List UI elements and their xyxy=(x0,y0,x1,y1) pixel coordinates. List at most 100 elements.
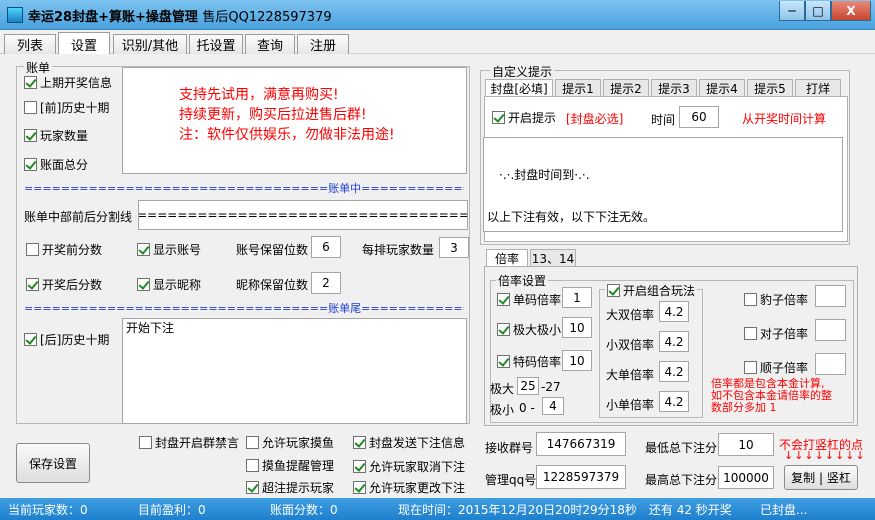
allow-touch-checkbox[interactable]: 允许玩家摸鱼 xyxy=(246,434,334,451)
tab-settings[interactable]: 设置 xyxy=(58,32,110,55)
main-tab-bar: 列表 设置 识别/其他 托设置 查询 注册 xyxy=(0,30,875,55)
checkbox-box[interactable] xyxy=(497,355,510,368)
last-draw-info-checkbox[interactable]: 上期开奖信息 xyxy=(24,74,112,91)
prev-history-checkbox[interactable]: [前]历史十期 xyxy=(24,99,109,116)
allow-cancel-checkbox[interactable]: 允许玩家取消下注 xyxy=(353,458,465,475)
nickname-digits-input[interactable]: 2 xyxy=(311,272,341,294)
manager-qq-input[interactable]: 1228597379 xyxy=(536,465,626,489)
single-code-checkbox[interactable]: 单码倍率 xyxy=(497,291,561,308)
checkbox-box[interactable] xyxy=(137,243,150,256)
tab-list[interactable]: 列表 xyxy=(4,34,56,54)
tab-register[interactable]: 注册 xyxy=(297,34,349,54)
maximize-button[interactable]: □ xyxy=(805,1,831,21)
post-history-checkbox[interactable]: [后]历史十期 xyxy=(24,331,109,348)
close-button[interactable]: X xyxy=(831,1,871,21)
show-account-checkbox[interactable]: 显示账号 xyxy=(137,241,201,258)
account-digits-input[interactable]: 6 xyxy=(311,236,341,258)
over-notice-checkbox[interactable]: 超注提示玩家 xyxy=(246,479,334,496)
title-bar: 幸运28封盘+算账+操盘管理 售后QQ1228597379 ─ □ X xyxy=(0,0,875,30)
player-count-checkbox[interactable]: 玩家数量 xyxy=(24,127,88,144)
allow-modify-checkbox[interactable]: 允许玩家更改下注 xyxy=(353,479,465,496)
close-mute-checkbox[interactable]: 封盘开启群禁言 xyxy=(139,434,239,451)
checkbox-box[interactable] xyxy=(353,460,366,473)
checkbox-box[interactable] xyxy=(246,436,259,449)
checkbox-box[interactable] xyxy=(744,327,757,340)
checkbox-box[interactable] xyxy=(246,481,259,494)
leopard-input[interactable] xyxy=(815,285,846,307)
extreme-small-label: 极小 xyxy=(490,403,515,417)
leopard-checkbox[interactable]: 豹子倍率 xyxy=(744,291,808,308)
middle-split-input[interactable]: ===================================== xyxy=(138,200,468,230)
checkbox-box[interactable] xyxy=(353,481,366,494)
special-code-checkbox[interactable]: 特码倍率 xyxy=(497,353,561,370)
checkbox-box[interactable] xyxy=(24,333,37,346)
checkbox-box[interactable] xyxy=(24,101,37,114)
checkbox-box[interactable] xyxy=(139,436,152,449)
status-players: 当前玩家数：0 xyxy=(8,503,88,517)
status-time: 现在时间：2015年12月20日20时29分18秒 还有 42 秒开奖 xyxy=(398,503,732,517)
checkbox-box[interactable] xyxy=(24,76,37,89)
extreme-checkbox[interactable]: 极大极小 xyxy=(497,321,561,338)
bill-total-checkbox[interactable]: 账面总分 xyxy=(24,156,88,173)
prompt-tab-close[interactable]: 封盘[必填] xyxy=(485,79,553,97)
prompt-message-input[interactable]: ·.·.封盘时间到·.·. 以上下注有效，以下下注无效。 xyxy=(483,137,843,232)
pair-input[interactable] xyxy=(815,319,846,341)
prompt-tab-3[interactable]: 提示3 xyxy=(651,79,697,97)
enable-prompt-checkbox[interactable]: 开启提示 xyxy=(492,109,556,126)
combo-checkbox[interactable]: 开启组合玩法 xyxy=(605,282,698,299)
checkbox-box[interactable] xyxy=(353,436,366,449)
extreme-small-input[interactable]: 4 xyxy=(542,397,564,415)
checkbox-box[interactable] xyxy=(492,111,505,124)
extreme-big-input[interactable]: 25 xyxy=(517,377,539,395)
odds-tab-13-14[interactable]: 13、14 xyxy=(530,249,576,267)
time-label: 时间 xyxy=(651,113,676,127)
time-input[interactable]: 60 xyxy=(679,106,719,128)
combo-input[interactable]: 4.2 xyxy=(659,301,689,322)
checkbox-box[interactable] xyxy=(497,293,510,306)
min-bet-input[interactable]: 10 xyxy=(718,433,774,456)
prompt-tab-2[interactable]: 提示2 xyxy=(603,79,649,97)
copy-vertical-bar-button[interactable]: 复制 | 竖杠 xyxy=(784,465,858,490)
checkbox-box[interactable] xyxy=(26,278,39,291)
combo-input[interactable]: 4.2 xyxy=(659,391,689,412)
prompt-tab-4[interactable]: 提示4 xyxy=(699,79,745,97)
checkbox-box[interactable] xyxy=(744,293,757,306)
special-code-input[interactable]: 10 xyxy=(562,350,592,371)
bill-tail-text[interactable]: 开始下注 xyxy=(122,318,467,424)
save-settings-button[interactable]: 保存设置 xyxy=(16,443,90,483)
checkbox-box[interactable] xyxy=(744,361,757,374)
touch-manage-checkbox[interactable]: 摸鱼提醒管理 xyxy=(246,457,334,474)
single-code-input[interactable]: 1 xyxy=(562,287,592,308)
checkbox-box[interactable] xyxy=(24,129,37,142)
send-bet-info-checkbox[interactable]: 封盘发送下注信息 xyxy=(353,434,465,451)
prompt-tab-1[interactable]: 提示1 xyxy=(555,79,601,97)
combo-label: 大单倍率 xyxy=(606,368,655,382)
max-bet-input[interactable]: 100000 xyxy=(718,466,774,489)
post-draw-score-checkbox[interactable]: 开奖后分数 xyxy=(26,276,102,293)
pre-draw-score-checkbox[interactable]: 开奖前分数 xyxy=(26,241,102,258)
window-title: 幸运28封盘+算账+操盘管理 售后QQ1228597379 xyxy=(28,10,332,25)
tab-bot-settings[interactable]: 托设置 xyxy=(189,34,243,54)
bill-header-text[interactable]: 支持先试用，满意再购买! 持续更新，购买后拉进售后群! 注：软件仅供娱乐，勿做非… xyxy=(122,67,467,174)
checkbox-box[interactable] xyxy=(26,243,39,256)
checkbox-box[interactable] xyxy=(497,323,510,336)
show-nickname-checkbox[interactable]: 显示昵称 xyxy=(137,276,201,293)
checkbox-box[interactable] xyxy=(137,278,150,291)
straight-input[interactable] xyxy=(815,353,846,375)
combo-input[interactable]: 4.2 xyxy=(659,361,689,382)
odds-tab[interactable]: 倍率 xyxy=(486,249,528,267)
prompt-tab-closing[interactable]: 打烊 xyxy=(795,79,841,97)
combo-input[interactable]: 4.2 xyxy=(659,331,689,352)
tab-query[interactable]: 查询 xyxy=(245,34,295,54)
tab-recognition[interactable]: 识别/其他 xyxy=(113,34,187,54)
extreme-input[interactable]: 10 xyxy=(562,317,592,338)
checkbox-box[interactable] xyxy=(246,459,259,472)
pair-checkbox[interactable]: 对子倍率 xyxy=(744,325,808,342)
group-no-input[interactable]: 147667319 xyxy=(536,432,626,456)
players-per-row-input[interactable]: 3 xyxy=(439,237,469,258)
checkbox-box[interactable] xyxy=(24,158,37,171)
straight-checkbox[interactable]: 顺子倍率 xyxy=(744,359,808,376)
prompt-tab-5[interactable]: 提示5 xyxy=(747,79,793,97)
minimize-button[interactable]: ─ xyxy=(779,1,805,21)
checkbox-box[interactable] xyxy=(607,284,620,297)
